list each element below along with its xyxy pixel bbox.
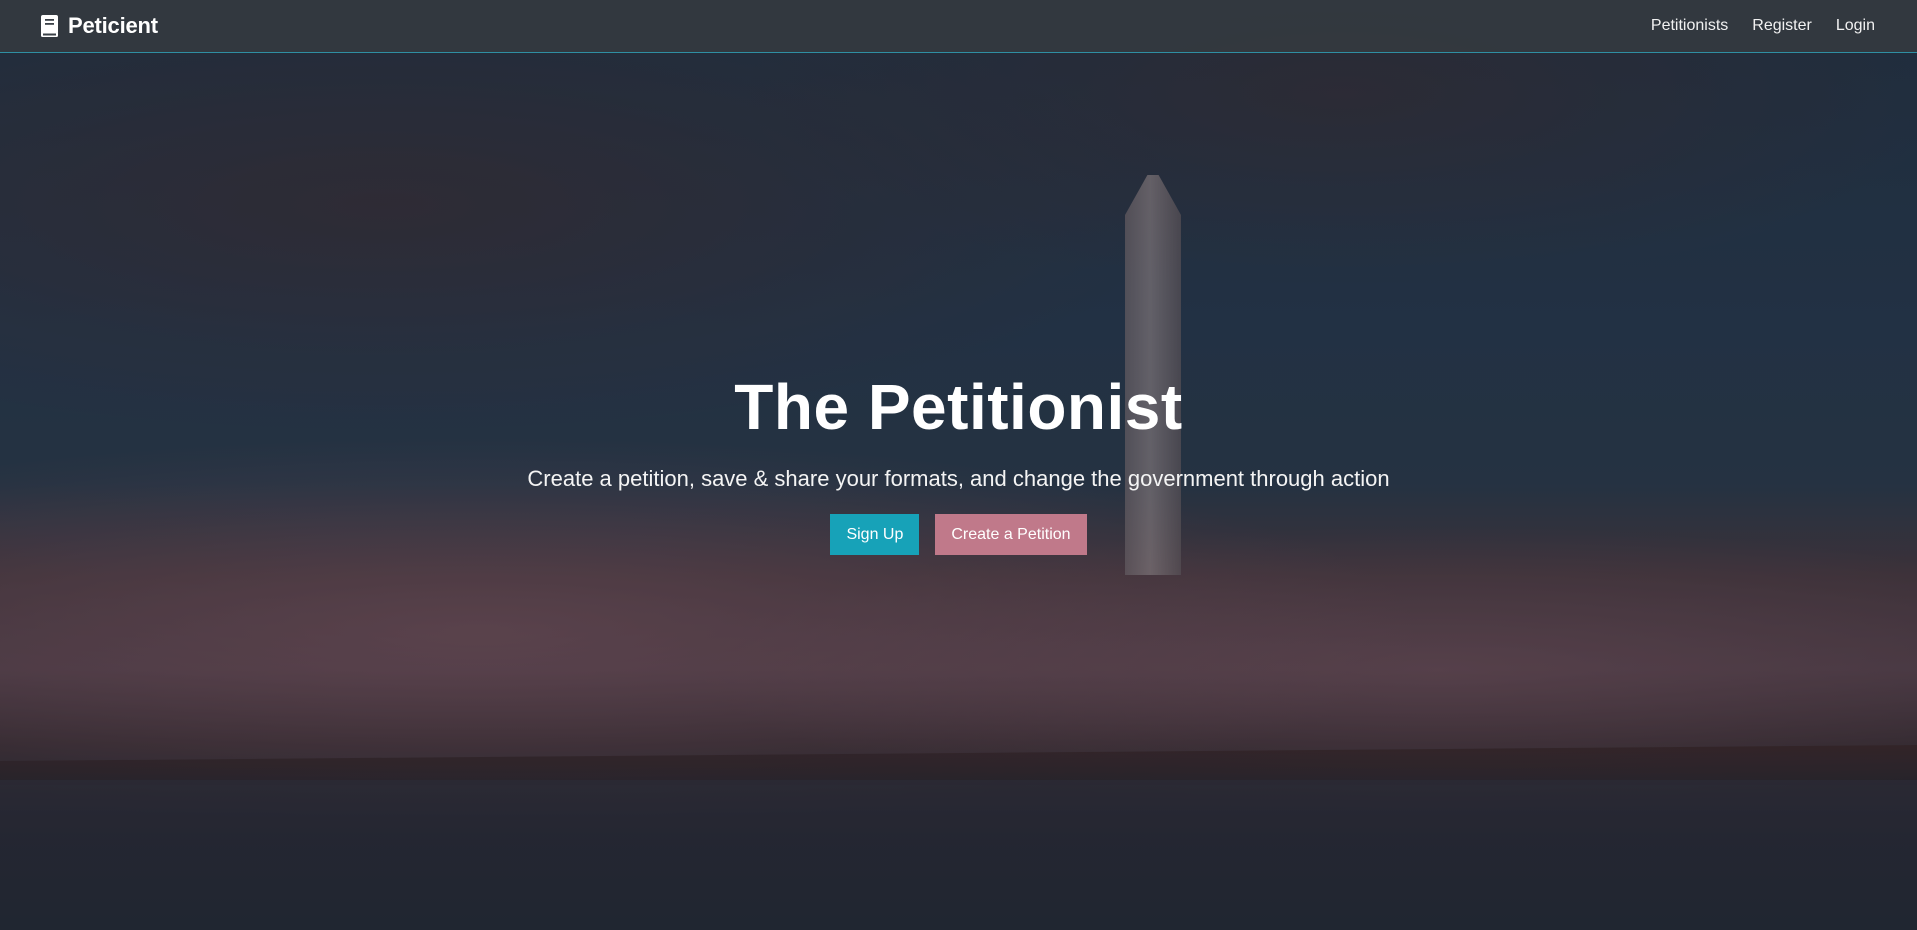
brand-link[interactable]: Peticient — [40, 13, 158, 39]
hero-subtitle: Create a petition, save & share your for… — [527, 466, 1390, 492]
book-icon — [40, 14, 60, 38]
nav-links: Petitionists Register Login — [1651, 17, 1875, 35]
brand-name: Peticient — [68, 13, 158, 38]
nav-link-petitionists[interactable]: Petitionists — [1651, 17, 1728, 35]
nav-link-register[interactable]: Register — [1752, 17, 1812, 35]
hero-title: The Petitionist — [734, 371, 1183, 443]
create-petition-button[interactable]: Create a Petition — [935, 514, 1087, 556]
navbar: Peticient Petitionists Register Login — [0, 0, 1917, 53]
hero-section: The Petitionist Create a petition, save … — [0, 371, 1917, 556]
sign-up-button[interactable]: Sign Up — [830, 514, 920, 556]
nav-link-login[interactable]: Login — [1836, 17, 1875, 35]
hero-buttons: Sign Up Create a Petition — [0, 514, 1917, 556]
